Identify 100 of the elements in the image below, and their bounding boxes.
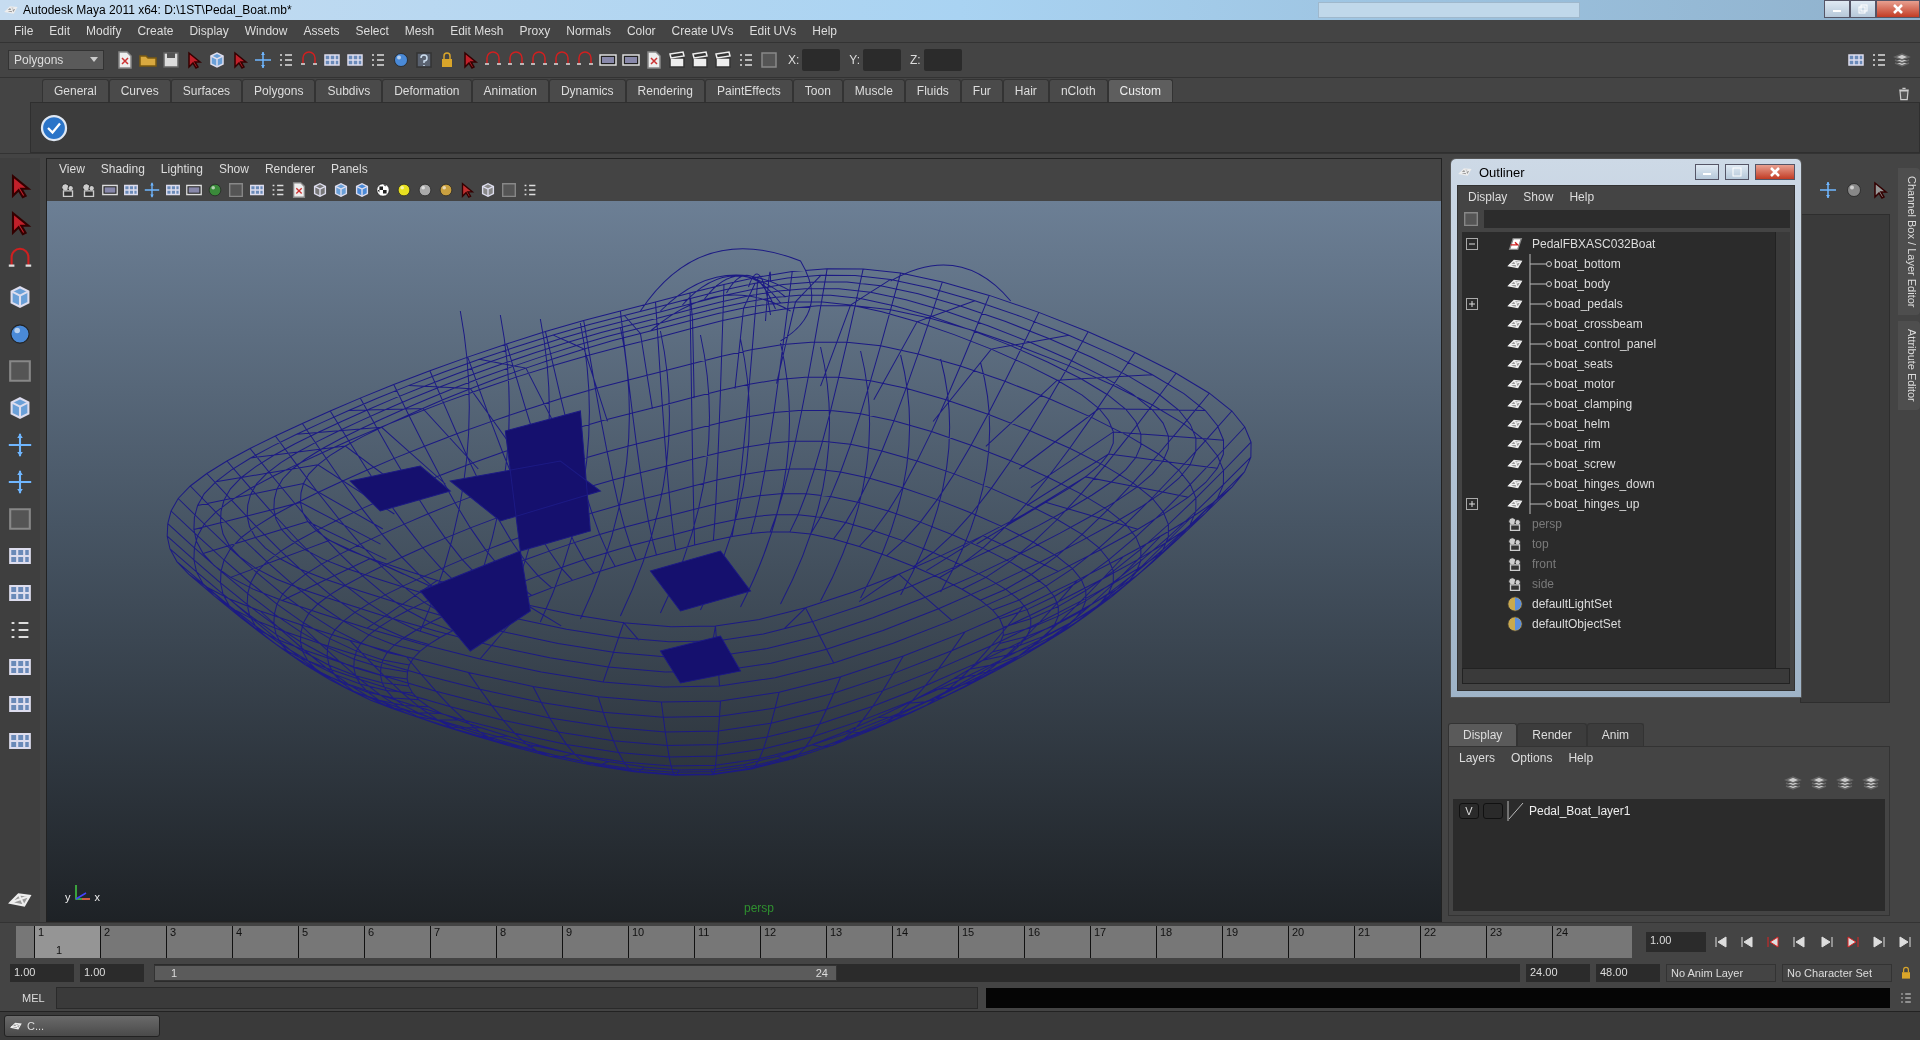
shelf-tab[interactable]: Fluids — [904, 79, 961, 102]
help-icon[interactable] — [414, 50, 434, 70]
light-icon[interactable] — [395, 181, 413, 199]
outliner-item[interactable]: defaultLightSet — [1532, 597, 1613, 611]
outliner-item[interactable]: boat_seats — [1554, 357, 1613, 371]
select-object-icon[interactable] — [207, 50, 227, 70]
side-tab[interactable]: Attribute Editor — [1898, 321, 1920, 411]
shelf-tab[interactable]: Rendering — [625, 79, 705, 102]
outliner-item[interactable]: boat_crossbeam — [1554, 317, 1643, 331]
shelf-tab[interactable]: Subdivs — [315, 79, 383, 102]
maximize-button[interactable] — [1725, 164, 1749, 180]
layer-editor-tab[interactable]: Anim — [1586, 723, 1645, 746]
outliner-item[interactable]: PedalFBXASC032Boat — [1532, 237, 1656, 251]
square-icon[interactable] — [6, 505, 34, 533]
shelf-tab[interactable]: Curves — [108, 79, 171, 102]
expander-icon[interactable] — [1466, 238, 1478, 250]
checker-icon[interactable] — [374, 181, 392, 199]
menu-item[interactable]: Window — [236, 24, 296, 38]
viewport-menu-item[interactable]: Shading — [92, 162, 153, 176]
shelf-tab[interactable]: Surfaces — [170, 79, 243, 102]
outliner-item[interactable]: boat_body — [1554, 277, 1611, 291]
new-file-icon[interactable] — [115, 50, 135, 70]
character-set-dropdown[interactable]: No Character Set — [1782, 964, 1892, 982]
clapper-icon[interactable] — [690, 50, 710, 70]
expander-icon[interactable] — [1466, 298, 1478, 310]
maximize-button[interactable] — [1850, 0, 1876, 18]
coordinate-field[interactable] — [923, 49, 962, 71]
textured-cube-icon[interactable] — [353, 181, 371, 199]
outliner-item[interactable]: boat_screw — [1554, 457, 1616, 471]
check-circle-icon[interactable] — [39, 112, 69, 143]
layer-editor-tab[interactable]: Render — [1517, 723, 1587, 746]
close-button[interactable] — [1876, 0, 1920, 18]
end-time-field[interactable]: 48.00 — [1596, 964, 1660, 982]
menu-item[interactable]: Create UVs — [663, 24, 742, 38]
smooth-shade-icon[interactable] — [206, 181, 224, 199]
light-icon[interactable] — [437, 181, 455, 199]
outliner-menu-item[interactable]: Show — [1515, 190, 1562, 204]
coordinate-field[interactable] — [863, 49, 902, 71]
minimize-button[interactable] — [1695, 164, 1719, 180]
shelf-tab[interactable]: nCloth — [1048, 79, 1108, 102]
viewport-menu-item[interactable]: View — [51, 162, 93, 176]
shelf-tab[interactable]: Toon — [792, 79, 843, 102]
menu-item[interactable]: Display — [181, 24, 237, 38]
menu-item[interactable]: Edit UVs — [741, 24, 805, 38]
viewport-menu-item[interactable]: Show — [210, 162, 257, 176]
template-toggle[interactable] — [1483, 803, 1503, 819]
range-slider[interactable]: 1 24 — [154, 965, 837, 981]
close-button[interactable] — [1755, 164, 1795, 180]
playback-end-field[interactable]: 24.00 — [1526, 964, 1590, 982]
command-language-label[interactable]: MEL — [22, 992, 48, 1004]
clapper-icon[interactable] — [667, 50, 687, 70]
outliner-item[interactable]: boat_helm — [1554, 417, 1611, 431]
camera-icon[interactable] — [80, 181, 98, 199]
scroll-bar[interactable] — [1462, 668, 1790, 684]
menu-item[interactable]: Edit — [41, 24, 79, 38]
outliner-item[interactable]: boat_hinges_up — [1554, 497, 1640, 511]
shelf-tab[interactable]: Deformation — [382, 79, 472, 102]
menu-item[interactable]: Assets — [295, 24, 348, 38]
shelf-tab[interactable]: Muscle — [842, 79, 905, 102]
light-icon[interactable] — [416, 181, 434, 199]
filter-icon[interactable] — [1462, 210, 1480, 228]
camera-icon[interactable] — [59, 181, 77, 199]
shelf-tab[interactable]: General — [42, 79, 109, 102]
visibility-toggle[interactable]: V — [1459, 803, 1479, 819]
new-layer-icon[interactable] — [1835, 773, 1855, 793]
shelf-tab[interactable]: Polygons — [242, 79, 316, 102]
outliner-item[interactable]: boat_motor — [1554, 377, 1615, 391]
layer-menu-item[interactable]: Help — [1560, 751, 1602, 765]
coordinate-field[interactable] — [802, 49, 841, 71]
cube-icon[interactable] — [479, 181, 497, 199]
search-field[interactable] — [1318, 2, 1580, 18]
start-time-field[interactable]: 1.00 — [10, 964, 74, 982]
viewport-menu-item[interactable]: Panels — [322, 162, 376, 176]
shelf-tab[interactable]: PaintEffects — [704, 79, 793, 102]
viewport-menu-item[interactable]: Lighting — [152, 162, 211, 176]
playback-start-field[interactable]: 1.00 — [80, 964, 144, 982]
minimize-button[interactable] — [1824, 0, 1850, 18]
side-tab[interactable]: Channel Box / Layer Editor — [1898, 168, 1920, 316]
outliner-menu-item[interactable]: Display — [1460, 190, 1516, 204]
menu-item[interactable]: Edit Mesh — [442, 24, 512, 38]
shelf-tab[interactable]: Dynamics — [548, 79, 626, 102]
menu-item[interactable]: File — [6, 24, 42, 38]
outliner-menu-item[interactable]: Help — [1561, 190, 1603, 204]
outliner-item[interactable]: defaultObjectSet — [1532, 617, 1621, 631]
viewport-menu-item[interactable]: Renderer — [256, 162, 323, 176]
outliner-item[interactable]: boat_hinges_down — [1554, 477, 1655, 491]
move-icon[interactable] — [6, 431, 34, 459]
shelf-tab[interactable]: Animation — [471, 79, 549, 102]
outliner-item[interactable]: boat_clamping — [1554, 397, 1633, 411]
shelf-tab[interactable]: Hair — [1002, 79, 1049, 102]
outliner-item[interactable]: boad_pedals — [1554, 297, 1623, 311]
minimized-window[interactable]: C... — [4, 1015, 160, 1037]
wire-cube-icon[interactable] — [311, 181, 329, 199]
outliner-item[interactable]: boat_rim — [1554, 437, 1601, 451]
layer-menu-item[interactable]: Options — [1503, 751, 1561, 765]
menu-item[interactable]: Create — [129, 24, 182, 38]
menu-item[interactable]: Help — [804, 24, 845, 38]
layer-editor-icon[interactable] — [1892, 50, 1912, 70]
shelf-tab[interactable]: Fur — [960, 79, 1003, 102]
anim-layer-dropdown[interactable]: No Anim Layer — [1666, 964, 1776, 982]
